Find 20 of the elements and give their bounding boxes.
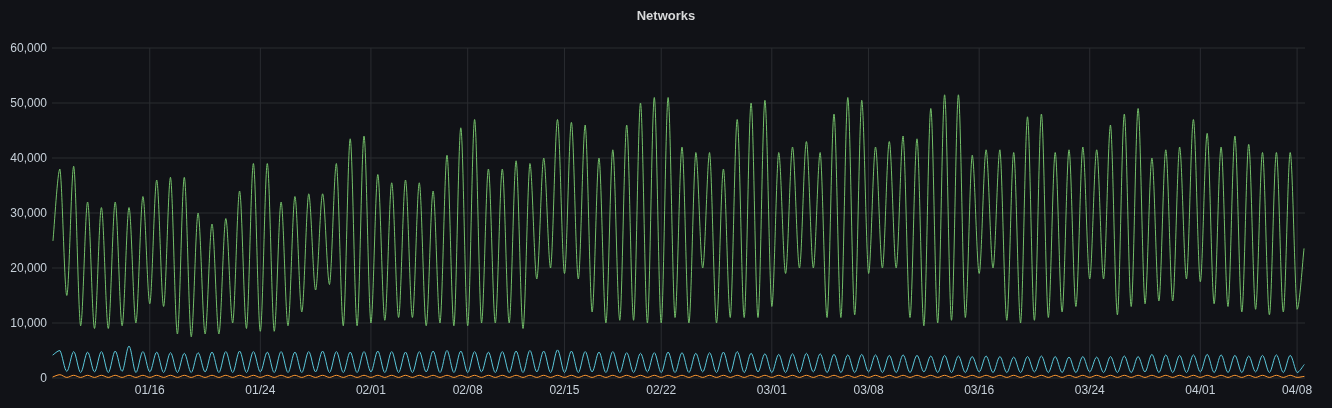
x-tick-label: 02/08 <box>452 383 483 397</box>
chart-title: Networks <box>636 7 696 26</box>
x-tick-label: 03/16 <box>964 383 995 397</box>
y-tick-label: 10,000 <box>10 316 47 330</box>
x-tick-label: 02/22 <box>646 383 677 397</box>
y-tick-label: 20,000 <box>10 261 47 275</box>
y-tick-label: 40,000 <box>10 151 47 165</box>
x-tick-label: 03/08 <box>853 383 884 397</box>
x-tick-label: 01/16 <box>134 383 165 397</box>
x-tick-label: 04/01 <box>1185 383 1216 397</box>
y-tick-label: 0 <box>40 371 47 385</box>
x-tick-label: 02/15 <box>549 383 580 397</box>
y-tick-label: 30,000 <box>10 206 47 220</box>
x-tick-label: 02/01 <box>355 383 386 397</box>
x-tick-label: 03/01 <box>756 383 787 397</box>
y-tick-label: 60,000 <box>10 41 47 55</box>
x-tick-label: 01/24 <box>245 383 276 397</box>
x-tick-label: 04/08 <box>1282 383 1313 397</box>
y-tick-label: 50,000 <box>10 96 47 110</box>
x-tick-label: 03/24 <box>1074 383 1105 397</box>
